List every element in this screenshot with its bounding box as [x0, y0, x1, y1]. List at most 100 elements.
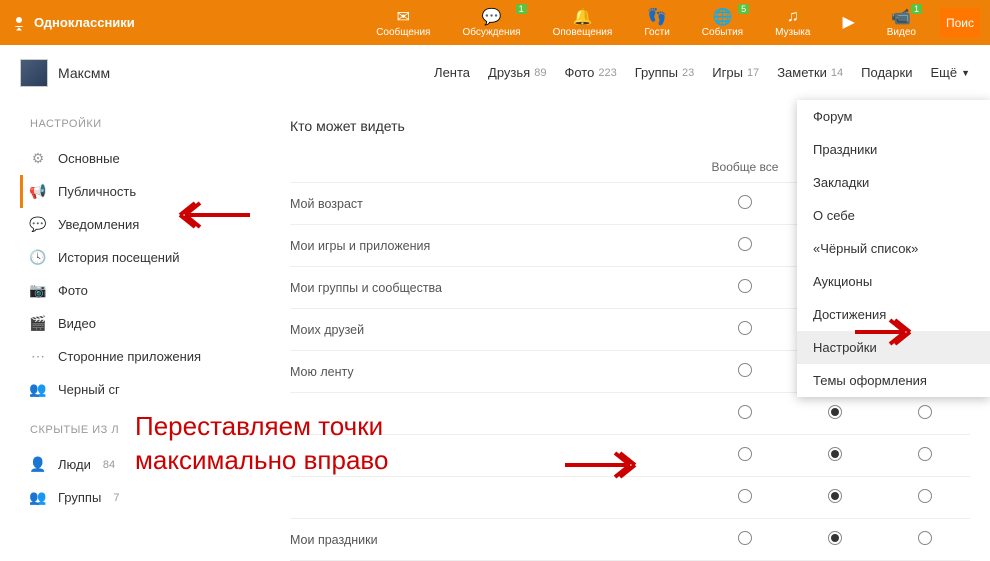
radio[interactable]	[918, 447, 932, 461]
topnav-item[interactable]: 👣Гости	[628, 0, 685, 45]
sidebar-item-label: Публичность	[58, 184, 136, 199]
события-icon: 🌐	[712, 8, 732, 26]
sidebar-item[interactable]: 📷 Фото	[20, 274, 260, 307]
dropdown-menu: ФорумПраздникиЗакладкиО себе«Чёрный спис…	[797, 100, 990, 397]
annotation-arrow-icon	[560, 445, 650, 485]
sidebar-item[interactable]: 🕓История посещений	[20, 241, 260, 274]
topnav-label: Гости	[644, 27, 669, 38]
avatar[interactable]	[20, 59, 48, 87]
badge: 1	[516, 4, 527, 14]
sidebar-item-icon: 📢	[30, 183, 46, 200]
radio[interactable]	[918, 531, 932, 545]
dropdown-item[interactable]: О себе	[797, 199, 990, 232]
radio[interactable]	[738, 447, 752, 461]
radio[interactable]	[828, 489, 842, 503]
mainnav-count: 14	[831, 67, 843, 79]
mainnav-item[interactable]: Лента	[434, 65, 470, 80]
radio[interactable]	[738, 363, 752, 377]
sidebar-item[interactable]: ⚙Основные	[20, 142, 260, 175]
radio[interactable]	[738, 489, 752, 503]
dropdown-item[interactable]: Закладки	[797, 166, 990, 199]
topnav: ✉Сообщения💬Обсуждения1🔔Оповещения👣Гости🌐…	[360, 0, 932, 45]
ok-logo-icon	[10, 14, 28, 32]
mainnav-item[interactable]: Заметки 14	[777, 65, 843, 80]
mainnav-label: Группы	[635, 65, 678, 80]
mainnav-label: Подарки	[861, 65, 912, 80]
badge: 1	[911, 4, 922, 14]
sidebar-item[interactable]: 🎬Видео	[20, 307, 260, 340]
sidebar-item-label: Уведомления	[58, 217, 139, 232]
sidebar-item-icon: 👥	[30, 489, 46, 506]
гости-icon: 👣	[647, 8, 667, 26]
radio[interactable]	[828, 405, 842, 419]
mainnav-item[interactable]: Игры17	[712, 65, 759, 80]
mainnav-item[interactable]: Ещё▼	[930, 65, 970, 80]
mainnav-item[interactable]: Друзья 89	[488, 65, 546, 80]
radio[interactable]	[828, 447, 842, 461]
mainnav-label: Ещё	[930, 65, 957, 80]
mainnav-label: Заметки	[777, 65, 827, 80]
radio[interactable]	[738, 321, 752, 335]
radio[interactable]	[738, 531, 752, 545]
topnav-item[interactable]: ▶	[826, 0, 870, 45]
subheader: Максмм ЛентаДрузья89Фото223Группы23Игры1…	[0, 45, 990, 100]
dropdown-item[interactable]: Праздники	[797, 133, 990, 166]
dropdown-item[interactable]: «Чёрный список»	[797, 232, 990, 265]
topnav-label: Сообщения	[376, 27, 430, 38]
row-label: Мои группы и сообщества	[290, 281, 700, 295]
topnav-item[interactable]: ♫Музыка	[759, 0, 826, 45]
sidebar-count: 84	[103, 459, 115, 471]
dropdown-item[interactable]: Темы оформления	[797, 364, 990, 397]
sidebar-item-label: Фото	[58, 283, 88, 298]
search-button[interactable]: Поис	[940, 8, 980, 38]
topnav-item[interactable]: 💬Обсуждения1	[446, 0, 536, 45]
mainnav-item[interactable]: Фото223	[564, 65, 616, 80]
radio[interactable]	[918, 405, 932, 419]
radio[interactable]	[918, 489, 932, 503]
mainnav-item[interactable]: Подарки	[861, 65, 912, 80]
mainnav-label: Игры	[712, 65, 743, 80]
sidebar-item[interactable]: 👥Черный сг	[20, 373, 260, 406]
sidebar-section-title: НАСТРОЙКИ	[20, 100, 260, 142]
sidebar-item-icon: 👤	[30, 456, 46, 473]
сообщения-icon: ✉	[397, 8, 410, 26]
topnav-item[interactable]: ✉Сообщения	[360, 0, 446, 45]
mainnav-item[interactable]: Группы 23	[635, 65, 695, 80]
mainnav-count: 23	[682, 67, 694, 79]
mainnav-count: 89	[534, 67, 546, 79]
музыка-icon: ♫	[787, 8, 799, 26]
sidebar-item-icon: 💬	[30, 216, 46, 233]
sidebar-item-icon: 📷	[30, 282, 46, 299]
logo[interactable]: Одноклассники	[10, 14, 135, 32]
dropdown-item[interactable]: Аукционы	[797, 265, 990, 298]
table-row	[290, 393, 970, 435]
radio[interactable]	[828, 531, 842, 545]
radio[interactable]	[738, 237, 752, 251]
sidebar-item-label: Сторонние приложения	[58, 349, 201, 364]
sidebar-item-label: Люди	[58, 457, 91, 472]
row-label: Мой возраст	[290, 197, 700, 211]
mainnav: Лента Друзья 89 Фото223 Группы 23 Игры17 Заметк…	[434, 65, 970, 80]
topnav-label: Оповещения	[553, 27, 613, 38]
radio[interactable]	[738, 195, 752, 209]
username[interactable]: Максмм	[58, 65, 110, 81]
topnav-item[interactable]: 📹Видео1	[871, 0, 932, 45]
topnav-label: Видео	[887, 27, 916, 38]
col-all: Вообще все	[700, 160, 790, 174]
row-label: Мою ленту	[290, 365, 700, 379]
dropdown-item[interactable]: Форум	[797, 100, 990, 133]
topnav-item[interactable]: 🌐События5	[686, 0, 759, 45]
radio[interactable]	[738, 279, 752, 293]
mainnav-label: Друзья	[488, 65, 530, 80]
badge: 5	[738, 4, 749, 14]
topbar: Одноклассники ✉Сообщения💬Обсуждения1🔔Опо…	[0, 0, 990, 45]
topnav-item[interactable]: 🔔Оповещения	[537, 0, 629, 45]
sidebar-item[interactable]: ⋯Сторонние приложения	[20, 340, 260, 373]
row-label: Мои игры и приложения	[290, 239, 700, 253]
radio[interactable]	[738, 405, 752, 419]
sidebar-item[interactable]: 👥Группы7	[20, 481, 260, 514]
обсуждения-icon: 💬	[482, 8, 502, 26]
mainnav-label: Лента	[434, 65, 470, 80]
table-row: Мои праздники	[290, 519, 970, 561]
sidebar: НАСТРОЙКИ ⚙Основные 📢 Публичность 💬 Уведомле…	[20, 100, 260, 561]
